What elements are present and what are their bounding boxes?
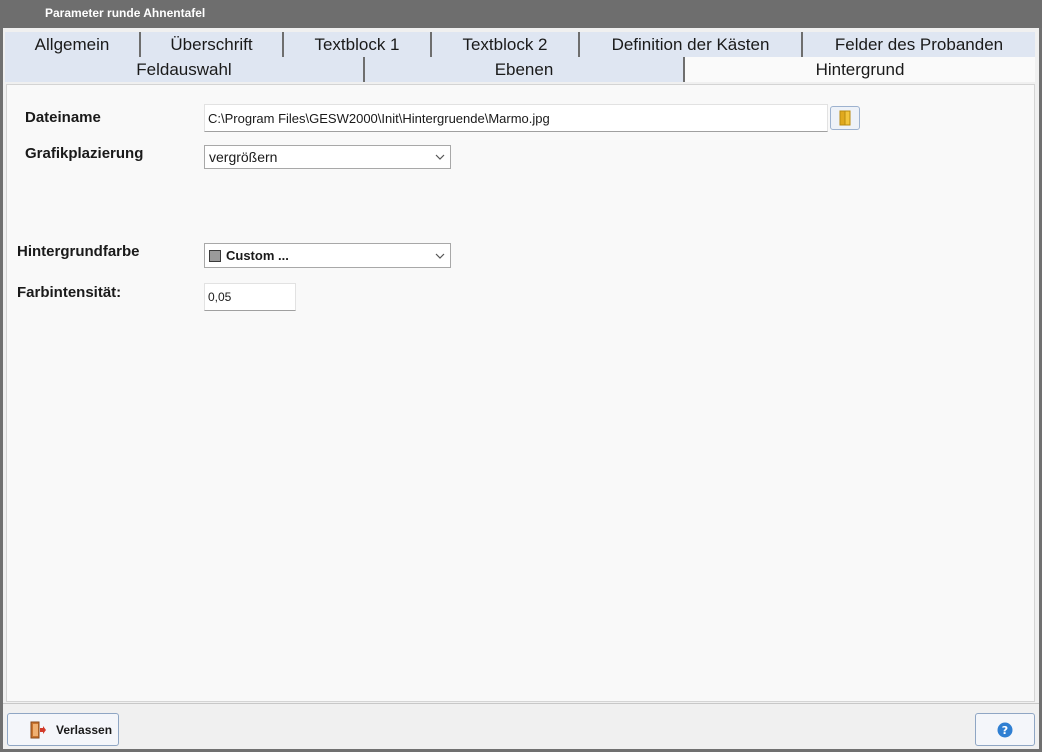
tab-hintergrund[interactable]: Hintergrund: [685, 57, 1035, 82]
grafikplazierung-select[interactable]: vergrößern: [204, 145, 451, 169]
dateiname-input[interactable]: C:\Program Files\GESW2000\Init\Hintergru…: [204, 104, 828, 132]
title-bar: Parameter runde Ahnentafel: [0, 0, 1042, 28]
grafikplazierung-value: vergrößern: [209, 149, 278, 165]
bottom-bar: [3, 703, 1039, 749]
folder-icon: [839, 110, 851, 126]
svg-text:?: ?: [1002, 724, 1008, 737]
hintergrund-panel: [6, 84, 1035, 702]
farbintensitaet-label: Farbintensität:: [17, 284, 122, 301]
tab-textblock-2[interactable]: Textblock 2: [432, 32, 580, 57]
tab-definition-der-kaesten[interactable]: Definition der Kästen: [580, 32, 803, 57]
farbintensitaet-input[interactable]: 0,05: [204, 283, 296, 311]
tab-ebenen[interactable]: Ebenen: [365, 57, 685, 82]
hintergrundfarbe-label: Hintergrundfarbe: [17, 243, 140, 260]
tab-allgemein[interactable]: Allgemein: [5, 32, 141, 57]
door-exit-icon: [30, 721, 46, 738]
tab-feldauswahl[interactable]: Feldauswahl: [5, 57, 365, 82]
hintergrundfarbe-select[interactable]: Custom ...: [204, 243, 451, 268]
tab-row-2: Feldauswahl Ebenen Hintergrund: [5, 57, 1035, 82]
exit-button[interactable]: Verlassen: [7, 713, 119, 746]
color-swatch: [209, 249, 221, 262]
chevron-down-icon: [435, 253, 445, 259]
help-button[interactable]: ?: [975, 713, 1035, 746]
tab-felder-des-probanden[interactable]: Felder des Probanden: [803, 32, 1035, 57]
browse-button[interactable]: [830, 106, 860, 130]
tab-row-1: Allgemein Überschrift Textblock 1 Textbl…: [5, 32, 1035, 57]
tab-textblock-1[interactable]: Textblock 1: [284, 32, 432, 57]
help-icon: ?: [997, 722, 1013, 737]
grafikplazierung-label: Grafikplazierung: [25, 145, 144, 162]
dateiname-label: Dateiname: [25, 109, 101, 126]
tab-ueberschrift[interactable]: Überschrift: [141, 32, 284, 57]
chevron-down-icon: [435, 154, 445, 160]
hintergrundfarbe-value: Custom ...: [226, 248, 289, 263]
exit-label: Verlassen: [56, 722, 113, 737]
window-title: Parameter runde Ahnentafel: [45, 6, 206, 20]
